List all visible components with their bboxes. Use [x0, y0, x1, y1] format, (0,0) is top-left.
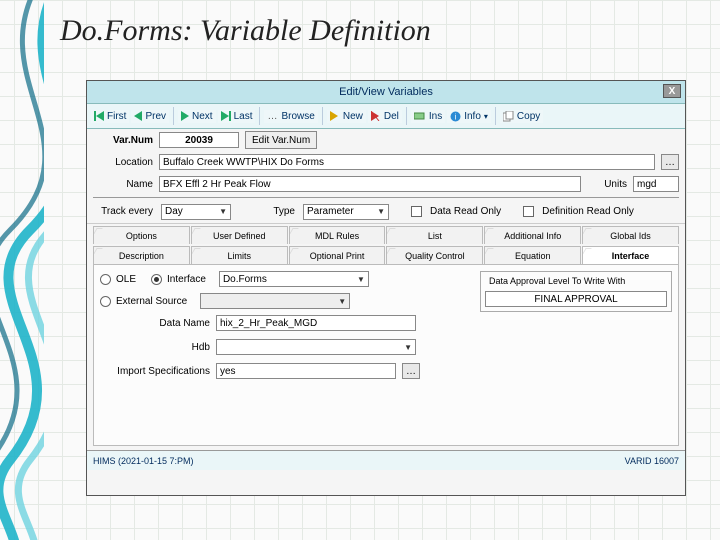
- dataname-label: Data Name: [100, 318, 210, 329]
- varnum-field[interactable]: 20039: [159, 132, 239, 148]
- hdb-select[interactable]: ▼: [216, 339, 416, 355]
- approval-title: Data Approval Level To Write With: [485, 276, 629, 286]
- tab-equation[interactable]: Equation: [484, 246, 581, 264]
- data-readonly-checkbox[interactable]: [411, 206, 422, 217]
- approval-groupbox: Data Approval Level To Write With FINAL …: [480, 271, 672, 312]
- track-label: Track every: [93, 206, 153, 217]
- copy-button[interactable]: Copy: [500, 110, 543, 123]
- location-browse-button[interactable]: …: [661, 154, 679, 170]
- tabs-row-1: Options User Defined MDL Rules List Addi…: [87, 224, 685, 244]
- variables-window: Edit/View Variables X First Prev Next La…: [86, 80, 686, 496]
- browse-button[interactable]: …Browse: [264, 110, 317, 123]
- interface-radio[interactable]: [151, 274, 162, 285]
- status-bar: HIMS (2021-01-15 7:PM) VARID 16007: [87, 450, 685, 470]
- type-select[interactable]: Parameter▼: [303, 204, 389, 220]
- ins-button[interactable]: Ins: [411, 110, 445, 123]
- external-radio[interactable]: [100, 296, 111, 307]
- import-browse-button[interactable]: …: [402, 363, 420, 379]
- import-field[interactable]: yes: [216, 363, 396, 379]
- data-readonly-label: Data Read Only: [430, 206, 501, 217]
- external-radio-label: External Source: [116, 296, 187, 307]
- ole-radio-label: OLE: [116, 274, 136, 285]
- toolbar: First Prev Next Last …Browse New Del Ins…: [87, 103, 685, 129]
- varnum-label: Var.Num: [93, 135, 153, 146]
- units-label: Units: [587, 179, 627, 190]
- next-button[interactable]: Next: [178, 110, 216, 123]
- slide-title: Do.Forms: Variable Definition: [60, 14, 431, 48]
- tab-user-defined[interactable]: User Defined: [191, 226, 288, 244]
- tab-global-ids[interactable]: Global Ids: [582, 226, 679, 244]
- track-select[interactable]: Day▼: [161, 204, 231, 220]
- name-field[interactable]: BFX Effl 2 Hr Peak Flow: [159, 176, 581, 192]
- units-field[interactable]: mgd: [633, 176, 679, 192]
- import-label: Import Specifications: [100, 366, 210, 377]
- def-readonly-label: Definition Read Only: [542, 206, 634, 217]
- del-button[interactable]: Del: [368, 110, 402, 123]
- def-readonly-checkbox[interactable]: [523, 206, 534, 217]
- window-title: Edit/View Variables: [339, 86, 433, 98]
- svg-text:i: i: [455, 112, 457, 121]
- hdb-label: Hdb: [100, 342, 210, 353]
- type-label: Type: [255, 206, 295, 217]
- slide-decoration: [0, 0, 44, 540]
- tab-mdl-rules[interactable]: MDL Rules: [289, 226, 386, 244]
- status-right: VARID 16007: [625, 456, 679, 466]
- info-button[interactable]: iInfo▾: [447, 110, 491, 123]
- close-button[interactable]: X: [663, 84, 681, 98]
- prev-button[interactable]: Prev: [131, 110, 169, 123]
- tab-list[interactable]: List: [386, 226, 483, 244]
- interface-radio-label: Interface: [167, 274, 206, 285]
- tab-optional-print[interactable]: Optional Print: [289, 246, 386, 264]
- last-button[interactable]: Last: [218, 110, 256, 123]
- edit-varnum-button[interactable]: Edit Var.Num: [245, 131, 317, 149]
- titlebar: Edit/View Variables X: [87, 81, 685, 103]
- tab-description[interactable]: Description: [93, 246, 190, 264]
- tab-limits[interactable]: Limits: [191, 246, 288, 264]
- interface-tabpage: OLE Interface Do.Forms▼ External Source …: [93, 264, 679, 446]
- tab-quality-control[interactable]: Quality Control: [386, 246, 483, 264]
- ole-radio[interactable]: [100, 274, 111, 285]
- location-label: Location: [93, 157, 153, 168]
- tabs-row-2: Description Limits Optional Print Qualit…: [87, 244, 685, 264]
- name-label: Name: [93, 179, 153, 190]
- dataname-field[interactable]: hix_2_Hr_Peak_MGD: [216, 315, 416, 331]
- status-left: HIMS (2021-01-15 7:PM): [93, 456, 194, 466]
- tab-interface[interactable]: Interface: [582, 246, 679, 264]
- interface-select[interactable]: Do.Forms▼: [219, 271, 369, 287]
- approval-select[interactable]: FINAL APPROVAL: [485, 291, 667, 307]
- tab-additional-info[interactable]: Additional Info: [484, 226, 581, 244]
- external-select[interactable]: ▼: [200, 293, 350, 309]
- tab-options[interactable]: Options: [93, 226, 190, 244]
- new-button[interactable]: New: [327, 110, 366, 123]
- location-field[interactable]: Buffalo Creek WWTP\HIX Do Forms: [159, 154, 655, 170]
- first-button[interactable]: First: [91, 110, 129, 123]
